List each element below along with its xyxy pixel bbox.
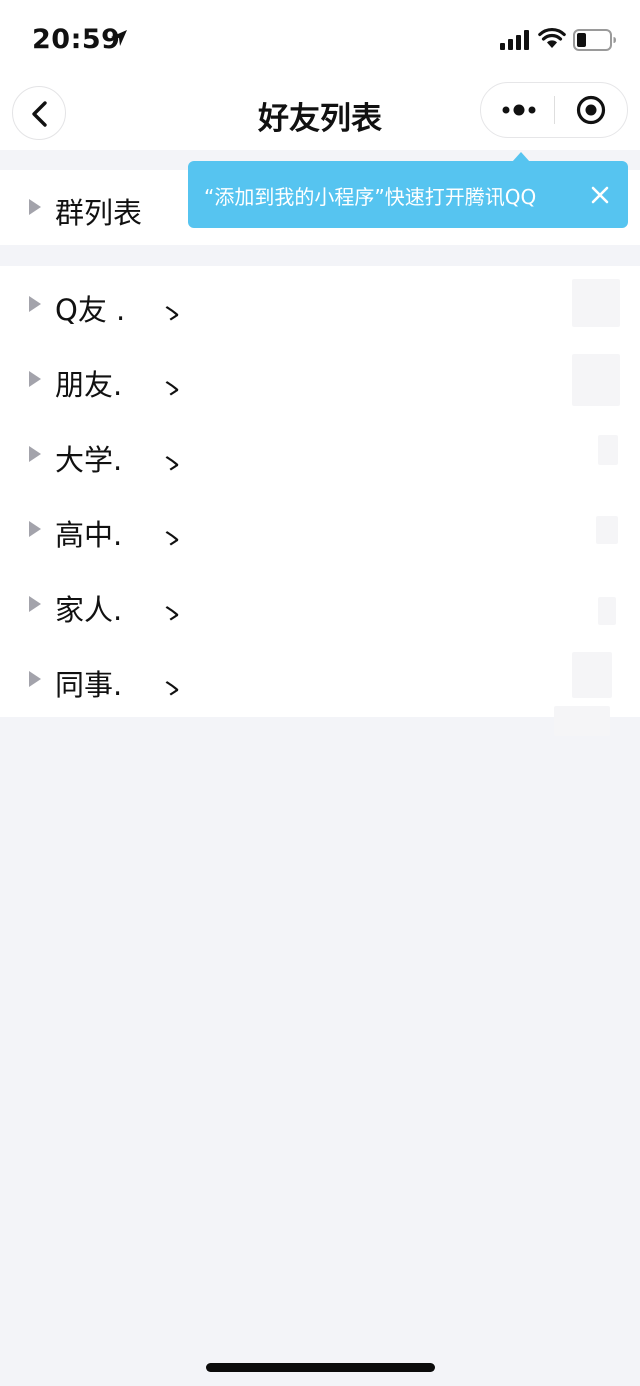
expand-arrow-icon (29, 199, 41, 215)
status-time: 20:59 (32, 24, 121, 55)
blurred-count (572, 354, 620, 406)
signal-bars-icon (500, 30, 529, 50)
list-item-friend-group[interactable]: 家人. ゝ (0, 567, 640, 642)
list-item-friend-group[interactable]: 大学. ゝ (0, 417, 640, 492)
blurred-count (572, 279, 620, 327)
more-button[interactable] (481, 83, 554, 137)
list-item-label: 家人. (55, 593, 123, 627)
list-item-mark: ゝ (155, 671, 188, 707)
list-item-mark: ゝ (155, 296, 188, 332)
blurred-count (572, 652, 612, 698)
tooltip-text: “添加到我的小程序”快速打开腾讯QQ (204, 185, 537, 209)
blurred-count (598, 435, 618, 465)
list-item-label: 群列表 (55, 196, 143, 230)
close-icon[interactable] (588, 183, 612, 207)
list-item-friend-group[interactable]: 同事. ゝ (0, 642, 640, 717)
blurred-overlay (554, 706, 610, 736)
friends-section: Q友 . ゝ 朋友. ゝ 大学. ゝ 高中. ゝ 家人. ゝ 同事. ゝ (0, 266, 640, 717)
list-item-label: Q友 . (55, 293, 126, 327)
list-item-friend-group[interactable]: 高中. ゝ (0, 492, 640, 567)
location-arrow-icon (111, 30, 127, 46)
add-to-miniprogram-tooltip[interactable]: “添加到我的小程序”快速打开腾讯QQ (188, 152, 628, 228)
more-dots-icon (502, 104, 536, 116)
list-item-mark: ゝ (155, 371, 188, 407)
expand-arrow-icon (29, 596, 41, 612)
list-item-label: 朋友. (55, 368, 123, 402)
blurred-count (598, 597, 616, 625)
list-item-mark: ゝ (155, 596, 188, 632)
list-item-label: 大学. (55, 443, 123, 477)
home-indicator[interactable] (206, 1363, 435, 1372)
list-item-friend-group[interactable]: Q友 . ゝ (0, 267, 640, 342)
list-item-mark: ゝ (155, 521, 188, 557)
expand-arrow-icon (29, 521, 41, 537)
expand-arrow-icon (29, 371, 41, 387)
status-bar: 20:59 (0, 0, 640, 76)
list-item-label: 同事. (55, 668, 123, 702)
nav-bar: 好友列表 (0, 76, 640, 150)
list-item-friend-group[interactable]: 朋友. ゝ (0, 342, 640, 417)
expand-arrow-icon (29, 671, 41, 687)
close-miniprogram-button[interactable] (555, 83, 628, 137)
miniprogram-capsule (480, 82, 628, 138)
expand-arrow-icon (29, 296, 41, 312)
list-item-label: 高中. (55, 518, 123, 552)
expand-arrow-icon (29, 446, 41, 462)
wifi-icon (538, 27, 566, 48)
list-item-mark: ゝ (155, 446, 188, 482)
target-circle-icon (576, 95, 606, 125)
battery-low-icon (573, 29, 616, 51)
blurred-count (596, 516, 618, 544)
tooltip-caret (512, 152, 530, 162)
